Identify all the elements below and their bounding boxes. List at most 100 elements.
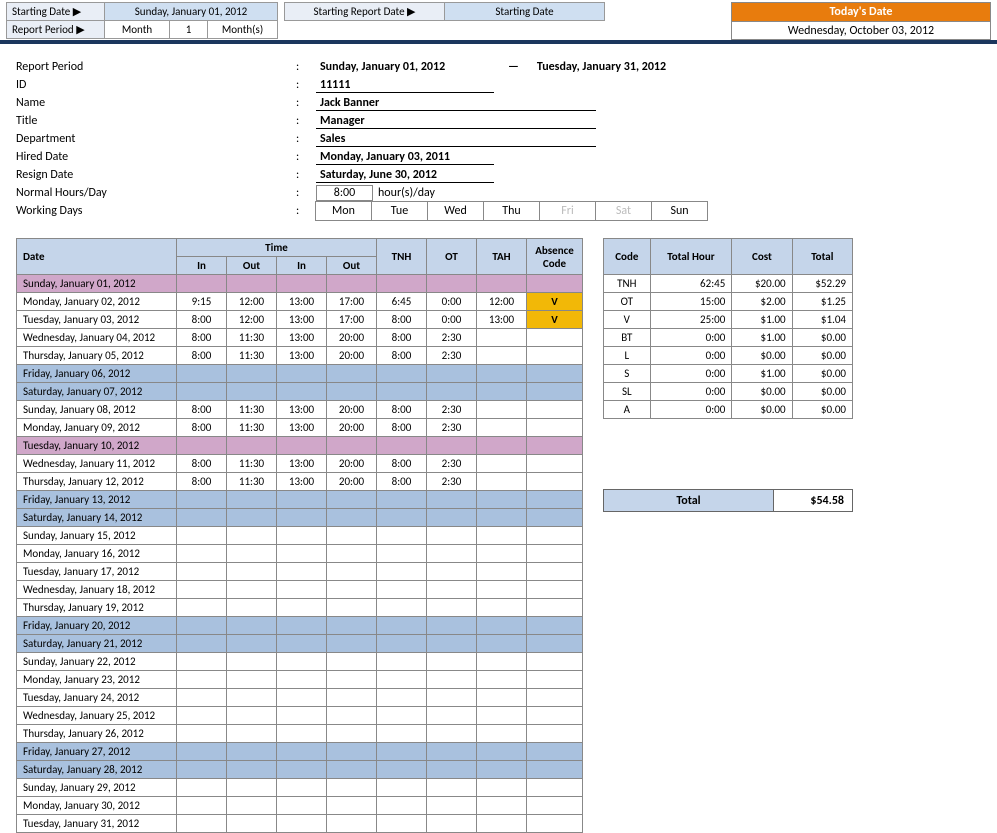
cell-in1[interactable]	[177, 797, 227, 815]
cell-tah[interactable]	[477, 617, 527, 635]
cell-out1[interactable]	[227, 527, 277, 545]
cell-in1[interactable]	[177, 581, 227, 599]
cell-absence-code[interactable]	[527, 545, 583, 563]
cell-in2[interactable]	[277, 275, 327, 293]
cell-tnh[interactable]: 8:00	[377, 419, 427, 437]
cell-tnh[interactable]	[377, 797, 427, 815]
cell-tnh[interactable]	[377, 707, 427, 725]
cell-tah[interactable]	[477, 797, 527, 815]
cell-absence-code[interactable]	[527, 779, 583, 797]
cell-out2[interactable]	[327, 743, 377, 761]
cell-tah[interactable]: 13:00	[477, 311, 527, 329]
cell-in2[interactable]	[277, 509, 327, 527]
cell-ot[interactable]	[427, 815, 477, 833]
working-day-cell[interactable]: Mon	[315, 201, 372, 221]
cell-out1[interactable]: 12:00	[227, 293, 277, 311]
cell-tah[interactable]	[477, 437, 527, 455]
cell-ot[interactable]	[427, 563, 477, 581]
cell-out1[interactable]	[227, 635, 277, 653]
cell-out2[interactable]	[327, 545, 377, 563]
cell-in1[interactable]	[177, 761, 227, 779]
cell-absence-code[interactable]	[527, 689, 583, 707]
cell-tnh[interactable]	[377, 653, 427, 671]
cell-in1[interactable]	[177, 707, 227, 725]
cell-tah[interactable]	[477, 545, 527, 563]
cell-absence-code[interactable]	[527, 455, 583, 473]
cell-tah[interactable]	[477, 815, 527, 833]
cell-in1[interactable]: 9:15	[177, 293, 227, 311]
cell-absence-code[interactable]	[527, 347, 583, 365]
cell-in1[interactable]	[177, 635, 227, 653]
cell-tah[interactable]	[477, 599, 527, 617]
cell-in1[interactable]	[177, 509, 227, 527]
cell-out1[interactable]	[227, 725, 277, 743]
cell-ot[interactable]	[427, 365, 477, 383]
cell-in2[interactable]	[277, 581, 327, 599]
cell-in1[interactable]	[177, 365, 227, 383]
cell-in1[interactable]	[177, 599, 227, 617]
cell-absence-code[interactable]	[527, 797, 583, 815]
cell-in1[interactable]	[177, 815, 227, 833]
id-value[interactable]: 11111	[316, 78, 494, 93]
cell-in1[interactable]	[177, 491, 227, 509]
working-day-cell[interactable]: Wed	[427, 201, 484, 221]
cell-ot[interactable]	[427, 635, 477, 653]
cell-absence-code[interactable]	[527, 275, 583, 293]
cell-in2[interactable]	[277, 707, 327, 725]
cell-in2[interactable]: 13:00	[277, 419, 327, 437]
cell-out1[interactable]: 11:30	[227, 329, 277, 347]
cell-tah[interactable]	[477, 347, 527, 365]
cell-in2[interactable]: 13:00	[277, 311, 327, 329]
cell-in1[interactable]: 8:00	[177, 311, 227, 329]
cell-tah[interactable]	[477, 275, 527, 293]
cell-in2[interactable]	[277, 653, 327, 671]
cell-tnh[interactable]: 8:00	[377, 311, 427, 329]
cell-absence-code[interactable]	[527, 365, 583, 383]
cell-in1[interactable]	[177, 563, 227, 581]
cell-in1[interactable]: 8:00	[177, 347, 227, 365]
cell-tnh[interactable]: 8:00	[377, 401, 427, 419]
cell-out1[interactable]: 11:30	[227, 473, 277, 491]
cell-ot[interactable]	[427, 491, 477, 509]
cell-in2[interactable]	[277, 761, 327, 779]
cell-out2[interactable]	[327, 581, 377, 599]
cell-tah[interactable]	[477, 689, 527, 707]
cell-tah[interactable]	[477, 563, 527, 581]
cell-in1[interactable]	[177, 725, 227, 743]
cell-tnh[interactable]	[377, 725, 427, 743]
cell-in1[interactable]	[177, 383, 227, 401]
cell-tnh[interactable]	[377, 779, 427, 797]
cell-out2[interactable]	[327, 509, 377, 527]
cell-out1[interactable]	[227, 761, 277, 779]
department-value[interactable]: Sales	[316, 132, 596, 147]
cell-in2[interactable]	[277, 383, 327, 401]
cell-ot[interactable]	[427, 509, 477, 527]
cell-out2[interactable]	[327, 599, 377, 617]
cell-in2[interactable]: 13:00	[277, 329, 327, 347]
cell-ot[interactable]	[427, 599, 477, 617]
cell-tnh[interactable]	[377, 491, 427, 509]
cell-tnh[interactable]	[377, 545, 427, 563]
cell-out2[interactable]	[327, 707, 377, 725]
cell-ot[interactable]	[427, 689, 477, 707]
name-value[interactable]: Jack Banner	[316, 96, 596, 111]
cell-tah[interactable]: 12:00	[477, 293, 527, 311]
report-period-count[interactable]: 1	[170, 21, 208, 39]
cell-in2[interactable]: 13:00	[277, 473, 327, 491]
cell-tnh[interactable]	[377, 437, 427, 455]
cell-absence-code[interactable]	[527, 761, 583, 779]
cell-tah[interactable]	[477, 329, 527, 347]
cell-out1[interactable]	[227, 383, 277, 401]
cell-out2[interactable]	[327, 653, 377, 671]
cell-tnh[interactable]	[377, 599, 427, 617]
cell-ot[interactable]	[427, 725, 477, 743]
cell-absence-code[interactable]	[527, 743, 583, 761]
cell-out1[interactable]	[227, 815, 277, 833]
cell-out1[interactable]	[227, 365, 277, 383]
cell-out2[interactable]	[327, 815, 377, 833]
starting-date-value[interactable]: Sunday, January 01, 2012	[105, 3, 278, 21]
cell-in1[interactable]	[177, 743, 227, 761]
cell-out2[interactable]	[327, 563, 377, 581]
cell-ot[interactable]	[427, 581, 477, 599]
cell-tah[interactable]	[477, 653, 527, 671]
